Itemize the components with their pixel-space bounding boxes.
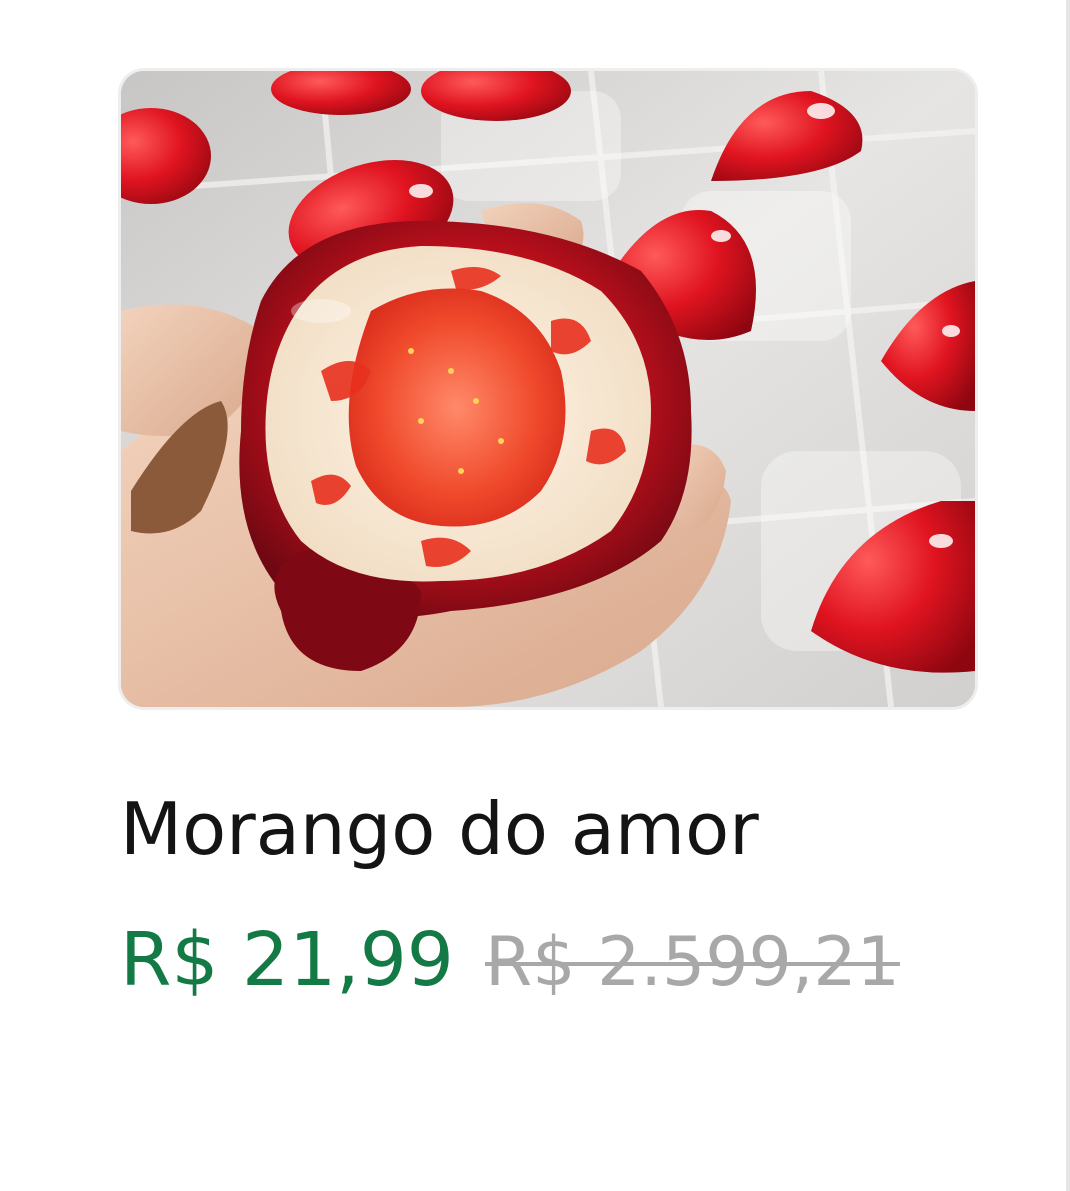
- product-page: Morango do amor R$ 21,99 R$ 2.599,21: [0, 0, 1070, 1191]
- price-row: R$ 21,99 R$ 2.599,21: [120, 914, 900, 1009]
- product-name: Morango do amor: [120, 787, 759, 871]
- price-original: R$ 2.599,21: [484, 923, 900, 1002]
- product-image[interactable]: [118, 68, 978, 710]
- product-card[interactable]: Morango do amor R$ 21,99 R$ 2.599,21: [118, 68, 978, 1068]
- strawberry-photo-illustration: [121, 71, 975, 707]
- scroll-edge: [1066, 0, 1070, 1191]
- price-current: R$ 21,99: [120, 917, 454, 1003]
